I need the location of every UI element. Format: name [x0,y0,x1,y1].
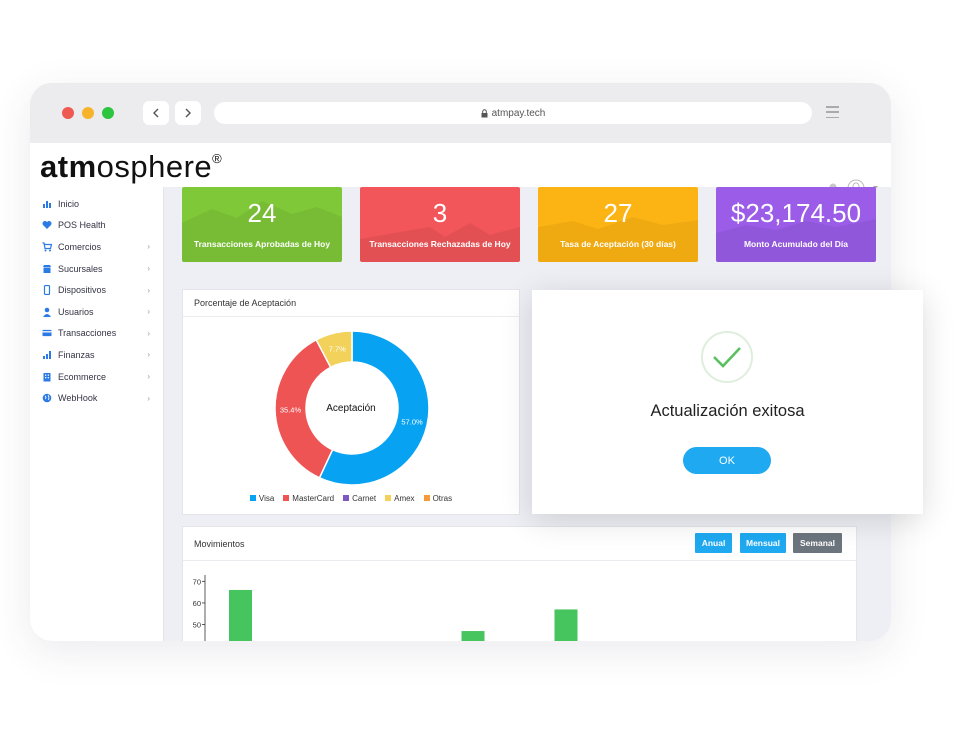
lock-icon [481,108,488,117]
browser-chrome: atmpay.tech [30,83,891,143]
back-button[interactable] [143,101,169,125]
success-dialog: Actualización exitosa OK [532,290,923,514]
kpi-card-acceptance-rate[interactable]: 27 Tasa de Aceptación (30 días) [538,187,698,262]
bar-8[interactable] [554,609,578,641]
sidebar-item-label: Sucursales [58,263,103,274]
legend-swatch [343,495,350,501]
legend-label: Otras [432,494,453,503]
legend-item-carnet[interactable]: Carnet [343,494,376,503]
kpi-card-rejected[interactable]: 3 Transacciones Rechazadas de Hoy [360,187,520,262]
legend-item-amex[interactable]: Amex [385,494,415,503]
donut-center-label: Aceptación [326,403,376,414]
sidebar-item-inicio[interactable]: Inicio [30,193,163,215]
sidebar-item-label: Ecommerce [58,371,107,382]
sidebar-item-ecommerce[interactable]: Ecommerce › [30,366,163,388]
kpi-card-daily-amount[interactable]: $23,174.50 Monto Acumulado del Día [716,187,876,262]
legend-label: Amex [394,494,415,503]
legend-label: MasterCard [292,494,335,503]
legend-label: Visa [258,494,275,503]
forward-button[interactable] [175,101,201,125]
bar-1[interactable] [229,589,252,641]
chevron-right-icon: › [147,328,150,338]
user-icon [42,307,52,317]
sidebar: Inicio POS Health Comercios › Sucursales › Dis… [30,187,164,641]
url-text: atmpay.tech [491,107,546,119]
kpi-label: Tasa de Aceptación (30 días) [560,239,676,249]
y-tick-label: 70 [193,577,201,586]
sidebar-item-pos-health[interactable]: POS Health [30,215,163,237]
minimize-window-button[interactable] [82,107,94,119]
sidebar-item-comercios[interactable]: Comercios › [30,236,163,258]
credit-card-icon [42,328,52,338]
sidebar-item-finanzas[interactable]: Finanzas › [30,344,163,366]
bar-6[interactable] [461,631,485,641]
atmosphere-logo[interactable]: atmosphere® [40,149,222,185]
chevron-right-icon: › [147,307,150,317]
legend-swatch [385,495,392,501]
y-tick-label: 50 [193,621,201,630]
heart-pulse-icon [42,220,52,230]
legend-item-visa[interactable]: Visa [249,494,275,503]
chevron-right-icon: › [147,242,150,252]
ok-button[interactable]: OK [683,447,771,474]
legend-item-mastercard[interactable]: MasterCard [283,494,334,503]
chevron-right-icon: › [147,393,150,403]
app-header: atmosphere® [30,143,891,197]
chevron-left-icon [153,108,159,118]
kpi-card-approved[interactable]: 24 Transacciones Aprobadas de Hoy [182,187,342,262]
close-window-button[interactable] [62,107,74,119]
donut-value-label: 57.0% [401,417,423,426]
finance-chart-icon [42,350,52,360]
sidebar-item-label: Finanzas [58,349,95,360]
movements-bar-chart: 40506070 [193,575,578,641]
sidebar-item-usuarios[interactable]: Usuarios › [30,301,163,323]
building-icon [42,372,52,382]
kpi-label: Transacciones Aprobadas de Hoy [193,239,331,249]
kpi-value: $23,174.50 [730,198,862,228]
donut-value-label: 7.7% [329,344,346,353]
sidebar-item-label: WebHook [58,393,98,404]
legend-item-otras[interactable]: Otras [423,494,453,503]
kpi-value: 3 [432,198,448,228]
sidebar-item-label: Transacciones [58,328,117,339]
kpi-label: Monto Acumulado del Día [743,239,849,249]
mobile-icon [42,285,52,296]
maximize-window-button[interactable] [102,107,114,119]
address-bar[interactable]: atmpay.tech [214,102,812,124]
menu-icon[interactable] [826,106,839,118]
store-icon [42,264,52,274]
sidebar-item-dispositivos[interactable]: Dispositivos › [30,279,163,301]
chevron-right-icon: › [147,372,150,382]
legend-swatch [249,495,256,501]
sidebar-item-label: POS Health [58,220,106,231]
legend-swatch [423,495,430,501]
donut-legend: Visa MasterCard Carnet Amex Otras [183,494,519,503]
globe-icon [42,393,52,403]
legend-label: Carnet [352,494,377,503]
sidebar-item-label: Comercios [58,241,102,252]
success-check-icon [701,331,753,383]
chevron-right-icon: › [147,264,150,274]
acceptance-panel: Porcentaje de Aceptación 57.0% 35.4% 7.7% … [182,289,520,515]
cart-icon [42,242,52,252]
sidebar-item-transacciones[interactable]: Transacciones › [30,323,163,345]
kpi-value: 27 [603,198,633,228]
y-tick-label: 60 [193,599,201,608]
bar-chart-icon [42,199,52,209]
sidebar-item-label: Inicio [58,198,80,209]
chevron-right-icon: › [147,285,150,295]
sidebar-item-sucursales[interactable]: Sucursales › [30,258,163,280]
chevron-right-icon: › [147,350,150,360]
kpi-value: 24 [247,198,277,228]
chevron-right-icon [185,108,191,118]
legend-swatch [283,495,290,501]
sidebar-item-label: Dispositivos [58,285,107,296]
sidebar-item-webhook[interactable]: WebHook › [30,387,163,409]
kpi-label: Transacciones Rechazadas de Hoy [369,239,511,249]
movements-panel: Movimientos Anual Mensual Semanal 40 50 60… [182,526,857,641]
dialog-message: Actualización exitosa [650,402,805,420]
sidebar-item-label: Usuarios [58,306,94,317]
